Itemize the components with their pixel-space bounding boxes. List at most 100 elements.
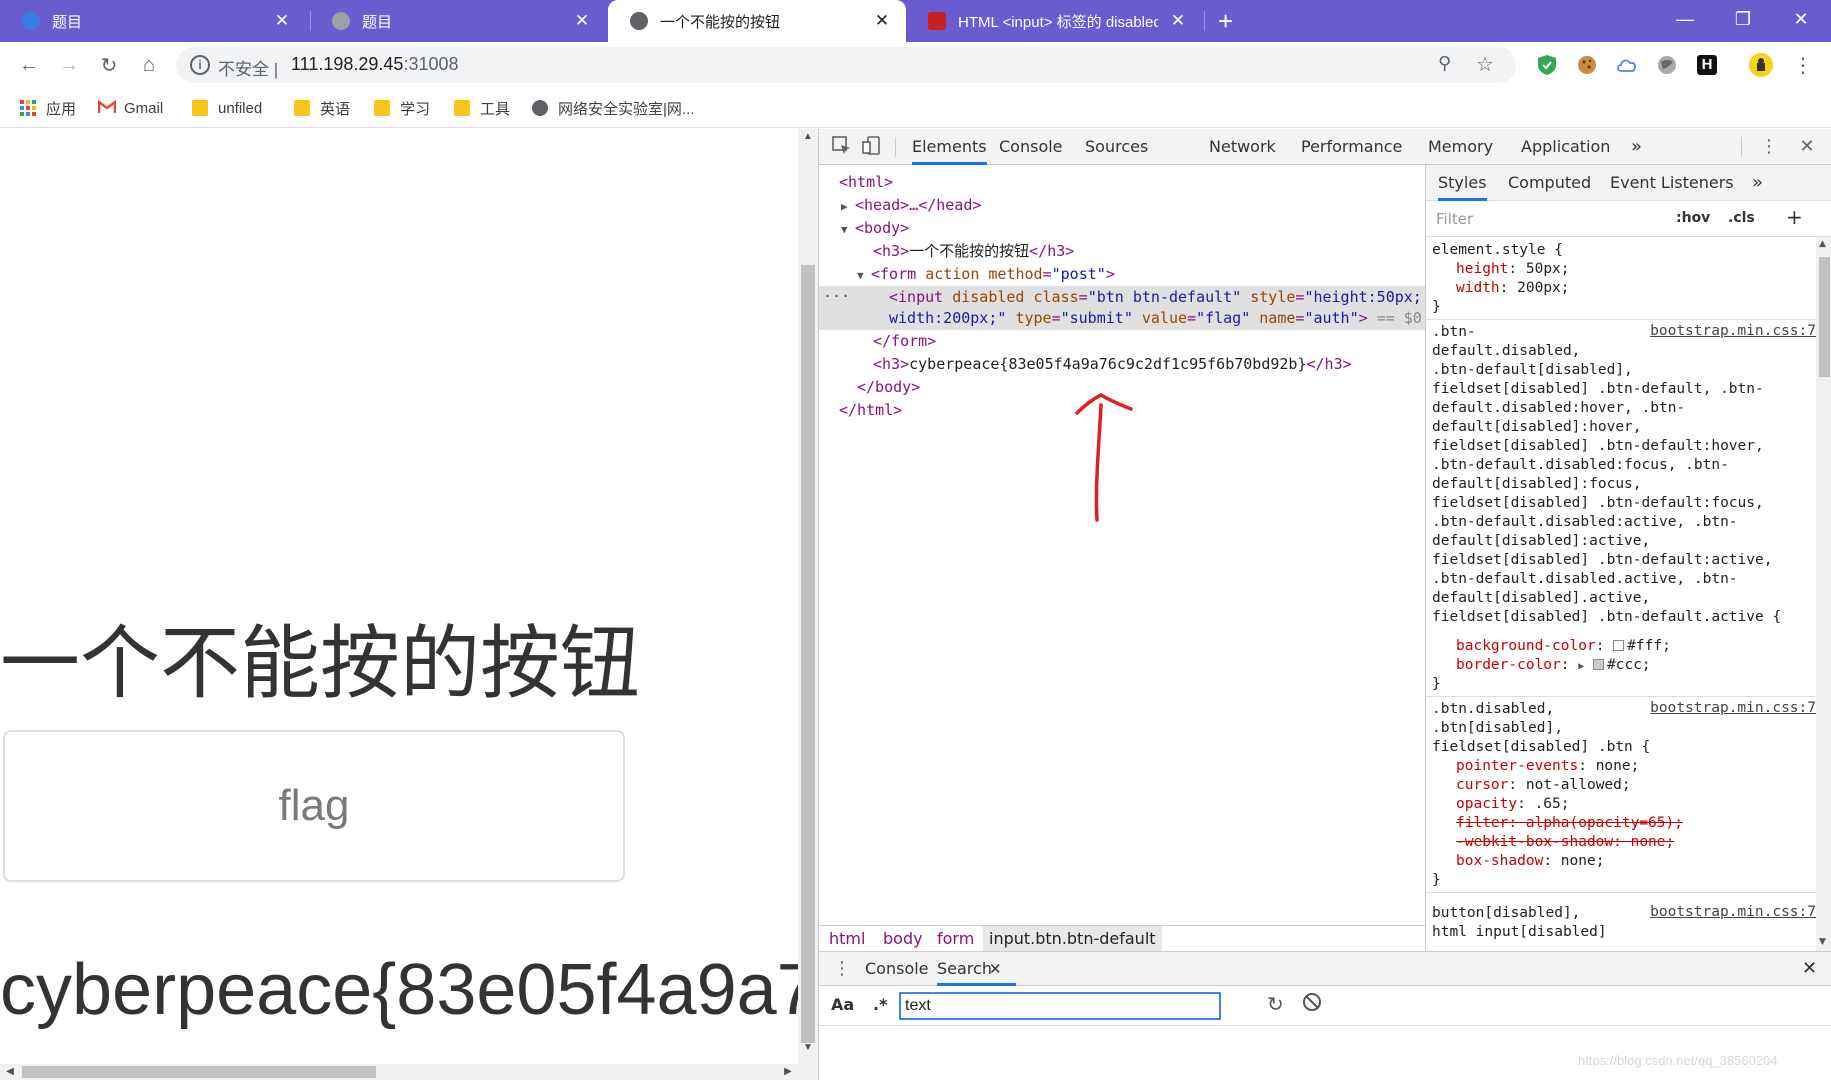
new-rule-button[interactable]: + bbox=[1786, 205, 1803, 229]
tab-close-icon[interactable]: ✕ bbox=[572, 11, 592, 31]
profile-avatar[interactable] bbox=[1748, 52, 1774, 78]
back-button[interactable]: ← bbox=[14, 50, 44, 80]
match-case-toggle[interactable]: Aa bbox=[831, 995, 854, 1014]
stylesheet-link[interactable]: bootstrap.min.css:7 bbox=[1650, 904, 1816, 920]
flag-button-disabled[interactable]: flag bbox=[3, 730, 625, 882]
bookmark-star-icon[interactable]: ☆ bbox=[1476, 52, 1494, 77]
restore-button[interactable]: ❐ bbox=[1718, 0, 1768, 38]
tab-elements[interactable]: Elements bbox=[912, 129, 987, 165]
bookmark-english[interactable]: 英语 bbox=[294, 97, 350, 119]
zoom-icon[interactable]: ⚲ bbox=[1438, 53, 1451, 74]
stylesheet-link[interactable]: bootstrap.min.css:7 bbox=[1650, 700, 1816, 716]
crumb-form[interactable]: form bbox=[937, 929, 974, 948]
globe-extension-icon[interactable] bbox=[1654, 52, 1680, 78]
page-horizontal-scrollbar[interactable]: ◀ ▶ bbox=[0, 1064, 798, 1080]
cookie-extension-icon[interactable] bbox=[1574, 52, 1600, 78]
minimize-button[interactable]: — bbox=[1660, 0, 1710, 38]
css-declaration-overridden[interactable]: -webkit-box-shadow: none; bbox=[1456, 833, 1674, 852]
cls-toggle[interactable]: .cls bbox=[1728, 210, 1755, 226]
bookmark-security-lab[interactable]: 网络安全实验室|网... bbox=[532, 97, 694, 119]
tab-close-icon[interactable]: ✕ bbox=[272, 11, 292, 31]
styles-filter-input[interactable]: Filter bbox=[1436, 210, 1473, 228]
node-ellipsis-icon[interactable]: ... bbox=[823, 281, 850, 304]
browser-tab-1[interactable]: 题目 ✕ bbox=[0, 0, 306, 42]
scroll-up-icon[interactable]: ▲ bbox=[1819, 239, 1826, 249]
devtools-menu-icon[interactable]: ⋮ bbox=[1758, 136, 1780, 158]
tab-application[interactable]: Application bbox=[1521, 129, 1610, 165]
device-toolbar-icon[interactable] bbox=[861, 136, 883, 158]
browser-tab-active[interactable]: 一个不能按的按钮 ✕ bbox=[608, 0, 906, 42]
inspect-element-icon[interactable] bbox=[831, 136, 853, 158]
css-declaration-overridden[interactable]: filter: alpha(opacity=65); bbox=[1456, 814, 1683, 833]
dom-node-h3-flag[interactable]: <h3>cyberpeace{83e05f4a9a76c9c2df1c95f6b… bbox=[873, 353, 1352, 376]
css-declaration[interactable]: border-color: ▶ #ccc; bbox=[1456, 656, 1651, 675]
css-declaration[interactable]: box-shadow: none; bbox=[1456, 852, 1604, 871]
clear-icon[interactable] bbox=[1303, 993, 1321, 1011]
drawer-close-icon[interactable]: ✕ bbox=[1802, 958, 1817, 979]
window-close-button[interactable]: ✕ bbox=[1776, 0, 1826, 38]
css-declaration[interactable]: cursor: not-allowed; bbox=[1456, 776, 1631, 795]
css-declaration[interactable]: height: 50px; bbox=[1456, 260, 1570, 279]
dom-node-body[interactable]: ▼ <body> bbox=[841, 217, 909, 240]
browser-tab-4[interactable]: HTML <input> 标签的 disabled ✕ bbox=[906, 0, 1202, 42]
close-tab-icon[interactable]: ✕ bbox=[989, 952, 1002, 986]
styles-scrollbar[interactable]: ▲ ▼ bbox=[1816, 237, 1831, 951]
scrollbar-thumb[interactable] bbox=[1819, 257, 1830, 377]
tab-event-listeners[interactable]: Event Listeners bbox=[1610, 165, 1734, 201]
page-vertical-scrollbar[interactable]: ▲ ▼ bbox=[798, 129, 818, 1080]
bookmark-unfiled[interactable]: unfiled bbox=[192, 97, 262, 119]
tab-styles[interactable]: Styles bbox=[1438, 165, 1487, 201]
css-declaration[interactable]: pointer-events: none; bbox=[1456, 757, 1639, 776]
scroll-up-icon[interactable]: ▲ bbox=[798, 131, 818, 147]
css-declaration[interactable]: opacity: .65; bbox=[1456, 795, 1570, 814]
scrollbar-thumb[interactable] bbox=[801, 265, 815, 1043]
cloud-extension-icon[interactable] bbox=[1614, 52, 1640, 78]
tab-sources[interactable]: Sources bbox=[1085, 129, 1148, 165]
address-bar[interactable]: i 不安全 | 111.198.29.45:31008 ⚲ ☆ bbox=[176, 47, 1516, 83]
dom-node-html[interactable]: <html> bbox=[839, 171, 893, 194]
dom-node-head[interactable]: ▶ <head>…</head> bbox=[841, 194, 981, 217]
bookmark-study[interactable]: 学习 bbox=[374, 97, 430, 119]
tab-performance[interactable]: Performance bbox=[1301, 129, 1402, 165]
forward-button[interactable]: → bbox=[54, 50, 84, 80]
dom-node-html-close[interactable]: </html> bbox=[839, 399, 902, 422]
shield-extension-icon[interactable] bbox=[1534, 52, 1560, 78]
collapse-triangle-icon[interactable]: ▼ bbox=[857, 264, 871, 287]
expand-triangle-icon[interactable]: ▶ bbox=[1578, 661, 1584, 672]
new-tab-button[interactable]: + bbox=[1218, 6, 1233, 37]
browser-tab-2[interactable]: 题目 ✕ bbox=[310, 0, 606, 42]
more-tabs-icon[interactable]: » bbox=[1752, 165, 1763, 201]
scroll-right-icon[interactable]: ▶ bbox=[780, 1064, 796, 1080]
bookmark-tools[interactable]: 工具 bbox=[454, 97, 510, 119]
browser-menu-icon[interactable]: ⋮ bbox=[1790, 52, 1816, 78]
color-swatch-icon[interactable] bbox=[1593, 659, 1604, 670]
hov-toggle[interactable]: :hov bbox=[1676, 210, 1710, 226]
regex-toggle[interactable]: .* bbox=[873, 995, 887, 1014]
info-icon[interactable]: i bbox=[190, 55, 210, 75]
tab-network[interactable]: Network bbox=[1209, 129, 1276, 165]
dom-node-form-close[interactable]: </form> bbox=[873, 330, 936, 353]
scroll-left-icon[interactable]: ◀ bbox=[2, 1064, 18, 1080]
scrollbar-thumb[interactable] bbox=[22, 1066, 376, 1078]
bookmark-apps[interactable]: 应用 bbox=[20, 97, 76, 119]
reload-button[interactable]: ↻ bbox=[94, 50, 124, 80]
dom-node-form[interactable]: ▼ <form action method="post"> bbox=[857, 263, 1115, 286]
devtools-close-icon[interactable]: ✕ bbox=[1796, 136, 1818, 158]
drawer-tab-console[interactable]: Console bbox=[865, 952, 929, 986]
dom-node-body-close[interactable]: </body> bbox=[857, 376, 920, 399]
home-button[interactable]: ⌂ bbox=[134, 50, 164, 80]
tab-memory[interactable]: Memory bbox=[1428, 129, 1493, 165]
crumb-body[interactable]: body bbox=[883, 929, 923, 948]
url-text[interactable]: 111.198.29.45:31008 bbox=[291, 54, 459, 75]
search-input[interactable] bbox=[899, 992, 1221, 1020]
collapse-triangle-icon[interactable]: ▼ bbox=[841, 218, 855, 241]
tab-close-icon[interactable]: ✕ bbox=[1168, 11, 1188, 31]
scroll-down-icon[interactable]: ▼ bbox=[1819, 937, 1826, 947]
css-declaration[interactable]: background-color: #fff; bbox=[1456, 637, 1671, 656]
dom-node-h3[interactable]: <h3>一个不能按的按钮</h3> bbox=[873, 240, 1074, 263]
tab-console[interactable]: Console bbox=[999, 129, 1063, 165]
bookmark-gmail[interactable]: Gmail bbox=[97, 97, 163, 119]
tab-computed[interactable]: Computed bbox=[1508, 165, 1591, 201]
crumb-input[interactable]: input.btn.btn-default bbox=[983, 926, 1162, 951]
tab-close-icon[interactable]: ✕ bbox=[872, 11, 892, 31]
